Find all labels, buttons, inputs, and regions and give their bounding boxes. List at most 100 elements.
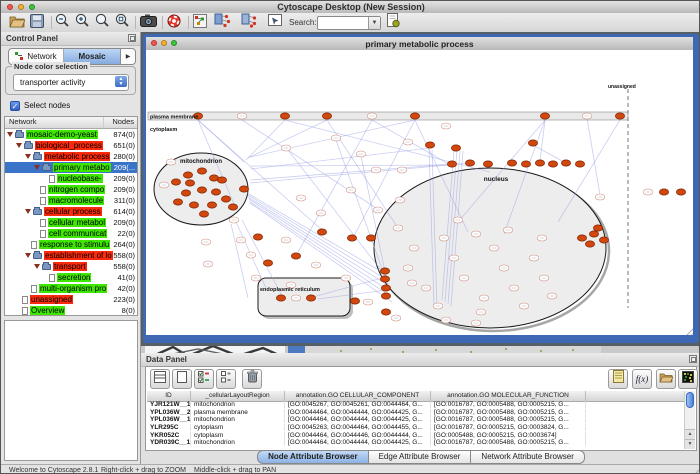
search-input[interactable] [319, 17, 367, 27]
network-tree-item[interactable]: Overview8(0) [5, 305, 137, 316]
tab-edge-attribute-browser[interactable]: Edge Attribute Browser [369, 450, 472, 464]
zoom-out-button[interactable] [55, 15, 70, 31]
network-node-highlighted[interactable] [507, 160, 516, 166]
network-node-highlighted[interactable] [451, 145, 460, 151]
scrollbar-thumb[interactable] [686, 392, 694, 408]
birds-eye-view-panel[interactable] [4, 320, 138, 461]
select-nodes-checkbox[interactable]: ✓ [10, 101, 20, 111]
network-window-titlebar[interactable]: primary metabolic process [146, 37, 693, 51]
network-tree-item[interactable]: cell communicat22(0) [5, 228, 137, 239]
attribute-checklist-button[interactable] [194, 369, 214, 389]
network-node-highlighted[interactable] [615, 113, 624, 119]
expander-triangle-icon[interactable] [34, 165, 40, 170]
vizmapper-button[interactable] [193, 15, 207, 31]
network-node-highlighted[interactable] [197, 187, 206, 193]
network-tree-item[interactable]: nitrogen compo209(0) [5, 184, 137, 195]
column-header[interactable]: annotation.GO MOLECULAR_FUNCTION [431, 391, 586, 401]
table-row[interactable]: YLR295Ccytoplasm[GO:0045263, GO:0044464,… [147, 424, 684, 432]
save-session-button[interactable] [30, 15, 44, 31]
network-node-highlighted[interactable] [183, 172, 192, 178]
function-builder-button[interactable]: f(x) [632, 369, 652, 389]
network-node-highlighted[interactable] [239, 186, 248, 192]
network-node-highlighted[interactable] [322, 113, 331, 119]
select-nodes-option[interactable]: ✓ Select nodes [10, 100, 70, 111]
network-node-highlighted[interactable] [483, 161, 492, 167]
network-node-highlighted[interactable] [380, 268, 389, 274]
network-node-highlighted[interactable] [465, 160, 474, 166]
network-node-highlighted[interactable] [659, 189, 668, 195]
column-header[interactable]: annotation.GO CELLULAR_COMPONENT [285, 391, 431, 401]
network-node-highlighted[interactable] [306, 295, 315, 301]
scroll-up-arrow-icon[interactable]: ▲ [685, 429, 695, 439]
open-file-button[interactable] [9, 15, 25, 31]
expander-triangle-icon[interactable] [25, 253, 31, 258]
network-node-highlighted[interactable] [381, 285, 390, 291]
delete-attribute-button[interactable] [242, 369, 262, 389]
network-tree-item[interactable]: cellular metabol209(0) [5, 217, 137, 228]
window-resize-grip[interactable] [691, 466, 700, 474]
network-node-highlighted[interactable] [575, 161, 584, 167]
chevron-down-icon[interactable]: ▼ [368, 17, 380, 29]
table-row[interactable]: YPL036W__2plasma membrane[GO:0044464, GO… [147, 409, 684, 417]
float-panel-icon[interactable] [128, 34, 136, 42]
layout-button-1[interactable] [214, 15, 231, 31]
network-node-highlighted[interactable] [197, 168, 206, 174]
scroll-down-arrow-icon[interactable]: ▼ [685, 439, 695, 449]
network-node-highlighted[interactable] [366, 235, 375, 241]
network-tree-item[interactable]: transport558(0) [5, 261, 137, 272]
network-node-highlighted[interactable] [548, 161, 557, 167]
network-node-highlighted[interactable] [228, 204, 237, 210]
node-color-dropdown[interactable]: transporter activity ▲▼ [13, 74, 129, 91]
plugin-manager-button[interactable] [387, 15, 400, 31]
network-tree-item[interactable]: multi-organism pro42(0) [5, 283, 137, 294]
tab-node-attribute-browser[interactable]: Node Attribute Browser [257, 450, 369, 464]
network-canvas[interactable]: plasma membrane cytoplasm mitochondrion … [146, 50, 693, 335]
annotation-button[interactable] [268, 15, 283, 31]
network-tree-item[interactable]: response to stimulu264(0) [5, 239, 137, 250]
expander-triangle-icon[interactable] [7, 132, 13, 137]
network-node-highlighted[interactable] [189, 202, 198, 208]
network-node-highlighted[interactable] [221, 196, 230, 202]
zoom-fit-button[interactable] [115, 15, 130, 31]
zoom-in-button[interactable] [75, 15, 90, 31]
network-node-highlighted[interactable] [577, 235, 586, 241]
attribute-editor-button[interactable] [608, 369, 628, 389]
network-node-highlighted[interactable] [447, 161, 456, 167]
network-node-highlighted[interactable] [593, 225, 602, 231]
network-tree-item[interactable]: macromolecule311(0) [5, 195, 137, 206]
vertical-scrollbar[interactable]: ▲ ▼ [684, 391, 695, 449]
help-button[interactable] [167, 15, 181, 31]
network-window[interactable]: primary metabolic process plasma membran… [143, 34, 699, 343]
column-header[interactable]: ID [147, 391, 191, 401]
network-node-highlighted[interactable] [521, 161, 530, 167]
expander-triangle-icon[interactable] [34, 264, 40, 269]
network-node-highlighted[interactable] [380, 276, 389, 282]
tab-network-attribute-browser[interactable]: Network Attribute Browser [471, 450, 584, 464]
table-row[interactable]: YKR052Ccytoplasm[GO:0044464, GO:0044446,… [147, 431, 684, 439]
network-node-highlighted[interactable] [585, 241, 594, 247]
float-panel-icon[interactable] [689, 355, 697, 363]
network-node-highlighted[interactable] [381, 309, 390, 315]
table-row[interactable]: YPL036W__1mitochondrion[GO:0044464, GO:0… [147, 416, 684, 424]
network-node-highlighted[interactable] [535, 160, 544, 166]
network-node-highlighted[interactable] [350, 298, 359, 304]
network-tree-item[interactable]: unassigned223(0) [5, 294, 137, 305]
network-tree-item[interactable]: mosaic-demo-yeast874(0) [5, 129, 137, 140]
unselect-attributes-button[interactable] [216, 369, 236, 389]
network-node-highlighted[interactable] [381, 293, 390, 299]
network-node-highlighted[interactable] [540, 113, 549, 119]
matrix-view-button[interactable] [678, 369, 698, 389]
network-node-highlighted[interactable] [561, 160, 570, 166]
network-node-highlighted[interactable] [199, 211, 208, 217]
network-tree-item[interactable]: primary metabo209(... [5, 162, 137, 173]
network-node-highlighted[interactable] [589, 231, 598, 237]
network-node-highlighted[interactable] [347, 235, 356, 241]
network-node-highlighted[interactable] [181, 190, 190, 196]
network-node-highlighted[interactable] [280, 113, 289, 119]
new-attribute-button[interactable] [172, 369, 192, 389]
network-node-highlighted[interactable] [599, 237, 608, 243]
network-tree-item[interactable]: cellular process614(0) [5, 206, 137, 217]
network-tree-item[interactable]: metabolic process280(0) [5, 151, 137, 162]
network-node-highlighted[interactable] [425, 142, 434, 148]
network-tree-item[interactable]: biological_process651(0) [5, 140, 137, 151]
